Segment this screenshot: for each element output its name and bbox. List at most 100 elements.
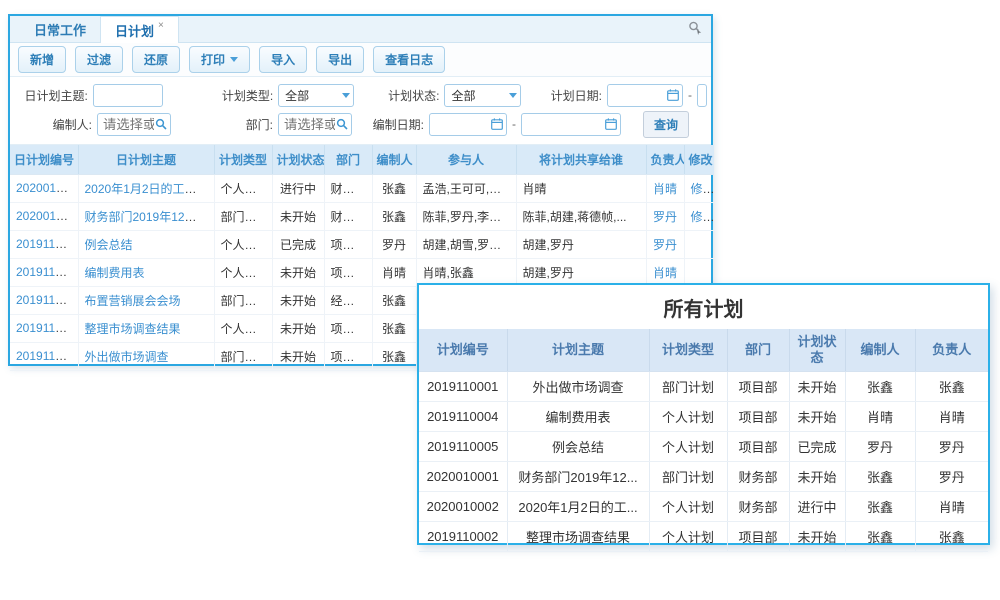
restore-button[interactable]: 还原 (132, 46, 180, 73)
table-cell: 张鑫 (915, 521, 988, 551)
table-cell: 张鑫 (845, 461, 915, 491)
cell-link[interactable]: 例会总结 (85, 238, 133, 252)
search-icon[interactable] (155, 118, 167, 130)
table-row[interactable]: 2019110002整理市场调查结果个人计划项目部未开始张鑫张鑫 (419, 521, 988, 551)
cell-link[interactable]: 外出做市场调查 (85, 350, 169, 364)
table-row[interactable]: 2020010001财务部门2019年12月的...部门计划未开始财务部张鑫陈菲… (10, 202, 714, 230)
plan-date-to-input[interactable] (697, 84, 707, 107)
table-cell[interactable]: 罗丹 (646, 202, 684, 230)
table-cell[interactable]: 外出做市场调查 (78, 342, 214, 370)
table-row[interactable]: 2019110001外出做市场调查部门计划项目部未开始张鑫张鑫 (419, 371, 988, 401)
table-cell[interactable]: 财务部门2019年12月的... (78, 202, 214, 230)
table-cell[interactable]: 编制费用表 (78, 258, 214, 286)
cell-link[interactable]: 罗丹 (653, 210, 677, 224)
locate-search-icon[interactable] (688, 21, 702, 40)
table-cell[interactable]: 整理市场调查结果 (78, 314, 214, 342)
table-cell: 未开始 (272, 258, 324, 286)
text-input[interactable] (102, 115, 155, 134)
cell-link[interactable]: 修改 (691, 182, 715, 196)
creator-input[interactable] (97, 113, 171, 136)
table-cell[interactable]: 2020010002 (10, 174, 78, 202)
import-button[interactable]: 导入 (259, 46, 307, 73)
table-cell: 2019110004 (419, 401, 507, 431)
cell-link[interactable]: 整理市场调查结果 (85, 322, 181, 336)
table-cell[interactable]: 2019110003 (10, 286, 78, 314)
cell-link[interactable]: 2019110004 (16, 265, 78, 279)
date-input[interactable] (526, 115, 605, 134)
create-date-from-input[interactable] (429, 113, 507, 136)
table-cell: 未开始 (272, 202, 324, 230)
cell-link[interactable]: 编制费用表 (85, 266, 145, 280)
column-header[interactable]: 参与人 (416, 145, 516, 174)
cell-link[interactable]: 肖晴 (653, 266, 677, 280)
table-cell: 已完成 (789, 431, 845, 461)
table-row[interactable]: 2020010001财务部门2019年12...部门计划财务部未开始张鑫罗丹 (419, 461, 988, 491)
cell-link[interactable]: 2020010001 (16, 209, 78, 223)
close-icon[interactable]: × (158, 20, 164, 31)
filter-button[interactable]: 过滤 (75, 46, 123, 73)
cell-link[interactable]: 2019110005 (16, 237, 78, 251)
cell-link[interactable]: 2019110003 (16, 293, 78, 307)
table-cell[interactable]: 2020010001 (10, 202, 78, 230)
tab-daily-work[interactable]: 日常工作 (20, 16, 100, 42)
cell-link[interactable]: 2019110002 (16, 321, 78, 335)
cell-link[interactable]: 肖晴 (653, 182, 677, 196)
table-cell[interactable]: 2020年1月2日的工作日... (78, 174, 214, 202)
table-cell[interactable]: 例会总结 (78, 230, 214, 258)
table-cell[interactable]: 2019110005 (10, 230, 78, 258)
tab-label: 日计划 (115, 21, 154, 40)
search-button[interactable]: 查询 (643, 111, 689, 138)
text-input[interactable] (283, 115, 336, 134)
cell-link[interactable]: 2020年1月2日的工作日... (85, 182, 215, 196)
view-log-button[interactable]: 查看日志 (373, 46, 445, 73)
column-header[interactable]: 修改 (684, 145, 714, 174)
column-header[interactable]: 部门 (324, 145, 372, 174)
table-cell: 编制费用表 (507, 401, 649, 431)
plan-status-select[interactable]: 全部 (444, 84, 520, 107)
search-icon[interactable] (336, 118, 348, 130)
column-header[interactable]: 计划类型 (214, 145, 272, 174)
subject-input[interactable] (93, 84, 164, 107)
export-button[interactable]: 导出 (316, 46, 364, 73)
print-button[interactable]: 打印 (189, 46, 250, 73)
cell-link[interactable]: 财务部门2019年12月的... (85, 210, 215, 224)
table-cell[interactable]: 修改 (684, 174, 714, 202)
table-cell: 罗丹 (845, 431, 915, 461)
create-date-to-input[interactable] (521, 113, 621, 136)
table-row[interactable]: 2019110005例会总结个人计划已完成项目部罗丹胡建,胡雪,罗丹,任晓...… (10, 230, 714, 258)
department-input[interactable] (278, 113, 352, 136)
column-header[interactable]: 计划状态 (272, 145, 324, 174)
cell-link[interactable]: 2019110001 (16, 349, 78, 363)
column-header[interactable]: 将计划共享给谁 (516, 145, 646, 174)
date-input[interactable] (612, 86, 667, 105)
cell-link[interactable]: 布置营销展会会场 (85, 294, 181, 308)
column-header[interactable]: 日计划主题 (78, 145, 214, 174)
column-header: 部门 (727, 329, 789, 371)
tab-daily-plan[interactable]: 日计划 × (100, 16, 179, 43)
table-cell[interactable]: 2019110001 (10, 342, 78, 370)
plan-date-from-input[interactable] (607, 84, 683, 107)
table-row[interactable]: 2019110004编制费用表个人计划未开始项目部肖晴肖晴,张鑫胡建,罗丹肖晴 (10, 258, 714, 286)
table-cell: 肖晴,张鑫 (416, 258, 516, 286)
column-header[interactable]: 负责人 (646, 145, 684, 174)
table-row[interactable]: 20200100022020年1月2日的工作日...个人计划进行中财务部张鑫孟浩… (10, 174, 714, 202)
cell-link[interactable]: 修改 (691, 210, 715, 224)
column-header[interactable]: 编制人 (372, 145, 416, 174)
plan-type-select[interactable]: 全部 (278, 84, 354, 107)
table-row[interactable]: 2019110005例会总结个人计划项目部已完成罗丹罗丹 (419, 431, 988, 461)
table-row[interactable]: 2019110004编制费用表个人计划项目部未开始肖晴肖晴 (419, 401, 988, 431)
table-cell[interactable]: 2019110004 (10, 258, 78, 286)
table-cell[interactable]: 2019110002 (10, 314, 78, 342)
cell-link[interactable]: 2020010002 (16, 181, 78, 195)
date-input[interactable] (434, 115, 491, 134)
table-row[interactable]: 20200100022020年1月2日的工...个人计划财务部进行中张鑫肖晴 (419, 491, 988, 521)
table-cell[interactable]: 肖晴 (646, 258, 684, 286)
table-cell[interactable]: 修改 (684, 202, 714, 230)
column-header[interactable]: 日计划编号 (10, 145, 78, 174)
caret-down-icon (230, 57, 238, 62)
cell-link[interactable]: 罗丹 (653, 238, 677, 252)
table-cell[interactable]: 布置营销展会会场 (78, 286, 214, 314)
table-cell[interactable]: 肖晴 (646, 174, 684, 202)
add-button[interactable]: 新增 (18, 46, 66, 73)
table-cell[interactable]: 罗丹 (646, 230, 684, 258)
